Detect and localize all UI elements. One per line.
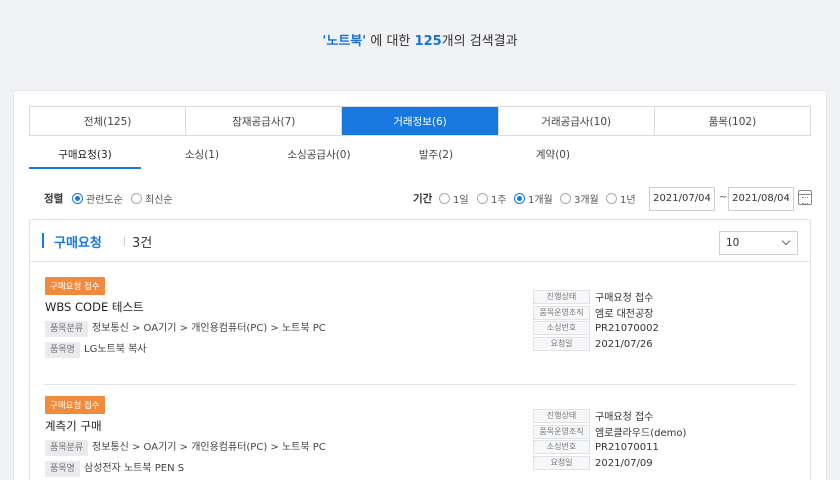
date-key: 요청일 bbox=[533, 456, 590, 470]
radio-label: 최신순 bbox=[145, 195, 173, 206]
sort-label: 정렬 bbox=[44, 193, 64, 205]
category-tag: 품목분류 bbox=[45, 321, 89, 337]
result-header: 구매요청 3건 10 bbox=[30, 220, 810, 262]
result-title: 구매요청 bbox=[54, 236, 102, 251]
item-name-value: LG노트북 복사 bbox=[84, 344, 147, 355]
date-range-separator: ~ bbox=[719, 192, 728, 203]
radio-dot bbox=[72, 193, 83, 204]
date-from-input[interactable]: 2021/07/04 bbox=[649, 187, 715, 211]
org-row: 품목운영조직 엠로 대전공장 bbox=[533, 305, 653, 320]
number-value: PR21070002 bbox=[595, 322, 659, 334]
period-radio-3months[interactable]: 3개월 bbox=[560, 191, 599, 206]
status-value: 구매요청 접수 bbox=[595, 412, 654, 423]
category-tabs: 전체(125) 잠재공급사(7) 거래정보(6) 거래공급사(10) 품목(10… bbox=[29, 106, 811, 136]
results-panel: 전체(125) 잠재공급사(7) 거래정보(6) 거래공급사(10) 품목(10… bbox=[13, 90, 827, 480]
org-key: 품목운영조직 bbox=[533, 305, 590, 320]
sort-radio-relevance[interactable]: 관련도순 bbox=[72, 191, 123, 206]
radio-label: 관련도순 bbox=[86, 195, 123, 206]
item-name-tag: 품목명 bbox=[45, 461, 80, 477]
date-key: 요청일 bbox=[533, 337, 590, 351]
period-radio-1month[interactable]: 1개월 bbox=[514, 191, 553, 206]
date-to-input[interactable]: 2021/08/04 bbox=[728, 187, 794, 211]
title-divider bbox=[124, 237, 125, 246]
sub-tabs: 구매요청(3) 소싱(1) 소싱공급사(0) 발주(2) 계약(0) bbox=[29, 141, 811, 169]
radio-label: 1년 bbox=[620, 195, 636, 206]
page-size-value: 10 bbox=[726, 237, 740, 249]
radio-label: 3개월 bbox=[574, 195, 599, 206]
org-key: 품목운영조직 bbox=[533, 424, 590, 439]
status-row: 진행상태 구매요청 접수 bbox=[533, 289, 653, 304]
page-size-select[interactable]: 10 bbox=[719, 231, 798, 255]
result-count: 125 bbox=[414, 34, 442, 49]
radio-dot bbox=[606, 193, 617, 204]
radio-label: 1개월 bbox=[528, 195, 553, 206]
result-section: 구매요청 3건 10 구매요청 접수 WBS CODE 테스트 품목분류 정보통… bbox=[29, 219, 811, 480]
subtab-contract[interactable]: 계약(0) bbox=[497, 141, 609, 169]
radio-dot bbox=[439, 193, 450, 204]
status-key: 진행상태 bbox=[533, 289, 590, 304]
status-badge: 구매요청 접수 bbox=[45, 396, 105, 414]
date-row: 요청일 2021/07/26 bbox=[533, 337, 653, 351]
org-value: 엠로 대전공장 bbox=[595, 309, 654, 320]
radio-dot bbox=[131, 193, 142, 204]
filter-bar: 정렬 관련도순 최신순 기간 1일 1주 1개월 3개월 1년 2021/07/… bbox=[44, 187, 814, 211]
period-label: 기간 bbox=[413, 193, 433, 205]
status-row: 진행상태 구매요청 접수 bbox=[533, 408, 653, 423]
section-marker bbox=[42, 233, 44, 248]
status-badge: 구매요청 접수 bbox=[45, 277, 105, 295]
tab-potential-suppliers[interactable]: 잠재공급사(7) bbox=[186, 107, 343, 135]
search-keyword: '노트북' bbox=[322, 34, 367, 49]
date-value: 2021/07/26 bbox=[595, 338, 653, 350]
chevron-down-icon bbox=[781, 236, 791, 246]
subtab-order[interactable]: 발주(2) bbox=[380, 141, 492, 169]
item-name-tag: 품목명 bbox=[45, 342, 80, 358]
number-key: 소싱번호 bbox=[533, 321, 590, 335]
status-value: 구매요청 접수 bbox=[595, 293, 654, 304]
sort-radio-latest[interactable]: 최신순 bbox=[131, 191, 173, 206]
date-value: 2021/07/09 bbox=[595, 457, 653, 469]
result-count-label: 3건 bbox=[132, 236, 153, 251]
title-middle-text: 에 대한 bbox=[366, 34, 415, 49]
number-row: 소싱번호 PR21070002 bbox=[533, 321, 659, 335]
tab-items[interactable]: 품목(102) bbox=[655, 107, 810, 135]
org-row: 품목운영조직 엠로클라우드(demo) bbox=[533, 424, 686, 439]
radio-dot bbox=[514, 193, 525, 204]
radio-label: 1일 bbox=[453, 195, 469, 206]
item-title[interactable]: WBS CODE 테스트 bbox=[45, 299, 144, 315]
period-radio-1year[interactable]: 1년 bbox=[606, 191, 636, 206]
radio-label: 1주 bbox=[491, 195, 507, 206]
subtab-sourcing-suppliers[interactable]: 소싱공급사(0) bbox=[263, 141, 375, 169]
title-suffix-text: 개의 검색결과 bbox=[441, 34, 518, 49]
period-radio-1week[interactable]: 1주 bbox=[477, 191, 507, 206]
list-item[interactable]: 구매요청 접수 계측기 구매 품목분류 정보통신 > OA기기 > 개인용컴퓨터… bbox=[44, 396, 796, 480]
item-name-value: 삼성전자 노트북 PEN S bbox=[84, 463, 185, 474]
number-row: 소싱번호 PR21070011 bbox=[533, 440, 659, 454]
subtab-purchase-request[interactable]: 구매요청(3) bbox=[29, 141, 141, 169]
list-item[interactable]: 구매요청 접수 WBS CODE 테스트 품목분류 정보통신 > OA기기 > … bbox=[44, 277, 796, 385]
category-path: 정보통신 > OA기기 > 개인용컴퓨터(PC) > 노트북 PC bbox=[92, 323, 326, 334]
calendar-icon[interactable] bbox=[798, 190, 812, 205]
date-row: 요청일 2021/07/09 bbox=[533, 456, 653, 470]
item-title[interactable]: 계측기 구매 bbox=[45, 418, 102, 434]
period-radio-1day[interactable]: 1일 bbox=[439, 191, 469, 206]
tab-all[interactable]: 전체(125) bbox=[30, 107, 187, 135]
category-tag: 품목분류 bbox=[45, 440, 89, 456]
subtab-sourcing[interactable]: 소싱(1) bbox=[146, 141, 258, 169]
status-key: 진행상태 bbox=[533, 408, 590, 423]
radio-dot bbox=[560, 193, 571, 204]
number-key: 소싱번호 bbox=[533, 440, 590, 454]
number-value: PR21070011 bbox=[595, 441, 659, 453]
search-result-title: '노트북' 에 대한 125개의 검색결과 bbox=[0, 30, 840, 49]
radio-dot bbox=[477, 193, 488, 204]
tab-transactions[interactable]: 거래정보(6) bbox=[342, 107, 499, 135]
category-path: 정보통신 > OA기기 > 개인용컴퓨터(PC) > 노트북 PC bbox=[92, 442, 326, 453]
org-value: 엠로클라우드(demo) bbox=[595, 428, 687, 439]
tab-trade-suppliers[interactable]: 거래공급사(10) bbox=[499, 107, 655, 135]
